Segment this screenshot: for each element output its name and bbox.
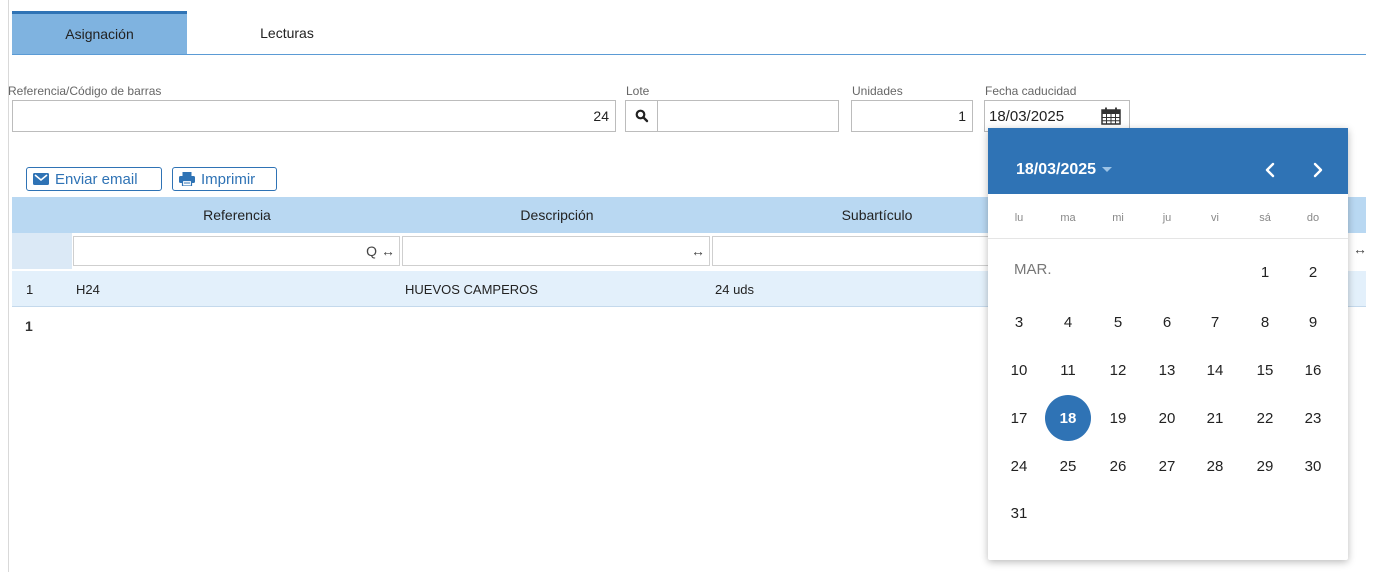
cell-subarticulo[interactable]: 24 uds xyxy=(715,271,754,307)
date-picker-title: 18/03/2025 xyxy=(1016,161,1097,178)
calendar-day[interactable]: 31 xyxy=(996,490,1042,536)
calendar-day[interactable]: 11 xyxy=(1045,347,1091,393)
lote-search-button[interactable] xyxy=(626,101,658,131)
calendar-day[interactable]: 28 xyxy=(1192,443,1238,489)
referencia-input[interactable]: 24 xyxy=(12,100,616,132)
cell-descripcion[interactable]: HUEVOS CAMPEROS xyxy=(405,271,538,307)
weekday-label: vi xyxy=(1211,212,1219,224)
weekday-label: mi xyxy=(1112,212,1124,224)
tab-bar: Asignación Lecturas xyxy=(12,11,1366,55)
tab-asignacion[interactable]: Asignación xyxy=(12,11,187,54)
calendar-day[interactable]: 23 xyxy=(1290,395,1336,441)
record-count: 1 xyxy=(25,318,33,334)
unidades-label: Unidades xyxy=(852,84,903,98)
calendar-day[interactable]: 21 xyxy=(1192,395,1238,441)
caret-down-icon xyxy=(1102,167,1113,173)
calendar-day[interactable]: 19 xyxy=(1095,395,1141,441)
imprimir-button[interactable]: Imprimir xyxy=(172,167,277,191)
filter-descripcion[interactable]: ↔ xyxy=(402,236,710,266)
calendar-day[interactable]: 4 xyxy=(1045,299,1091,345)
column-header-descripcion[interactable]: Descripción xyxy=(402,197,712,233)
calendar-day[interactable]: 20 xyxy=(1144,395,1190,441)
column-header-referencia[interactable]: Referencia xyxy=(72,197,402,233)
date-picker-header: 18/03/2025 xyxy=(988,128,1348,194)
month-label: MAR. xyxy=(1014,261,1052,278)
calendar-day[interactable]: 7 xyxy=(1192,299,1238,345)
filter-row-lead xyxy=(12,233,72,269)
calendar-day[interactable]: 27 xyxy=(1144,443,1190,489)
date-picker-popup: 18/03/2025 lu ma mi ju vi sá do MAR. 123456789… xyxy=(988,128,1348,560)
enviar-email-label: Enviar email xyxy=(55,170,138,188)
fecha-value: 18/03/2025 xyxy=(989,107,1065,125)
calendar-day[interactable]: 17 xyxy=(996,395,1042,441)
calendar-day[interactable]: 5 xyxy=(1095,299,1141,345)
imprimir-label: Imprimir xyxy=(201,170,256,188)
filter-referencia[interactable]: Q ↔ xyxy=(73,236,400,266)
calendar-day[interactable]: 13 xyxy=(1144,347,1190,393)
calendar-day-selected[interactable]: 18 xyxy=(1045,395,1091,441)
calendar-day[interactable]: 16 xyxy=(1290,347,1336,393)
weekday-label: ju xyxy=(1162,212,1172,224)
referencia-label: Referencia/Código de barras xyxy=(8,84,162,98)
lote-label: Lote xyxy=(626,84,650,98)
resize-icon[interactable]: ↔ xyxy=(1353,241,1367,257)
calendar-day[interactable]: 30 xyxy=(1290,443,1336,489)
calendar-day[interactable]: 25 xyxy=(1045,443,1091,489)
calendar-day[interactable]: 12 xyxy=(1095,347,1141,393)
fecha-label: Fecha caducidad xyxy=(985,84,1077,98)
weekday-label: do xyxy=(1306,212,1320,224)
calendar-day[interactable]: 3 xyxy=(996,299,1042,345)
calendar-day[interactable]: 10 xyxy=(996,347,1042,393)
calendar-day[interactable]: 24 xyxy=(996,443,1042,489)
date-picker-title-button[interactable]: 18/03/2025 xyxy=(1016,161,1113,179)
weekday-divider xyxy=(988,238,1348,239)
unidades-input[interactable]: 1 xyxy=(851,100,973,132)
weekday-label: lu xyxy=(1014,212,1024,224)
calendar-day[interactable]: 6 xyxy=(1144,299,1190,345)
calendar-day[interactable]: 9 xyxy=(1290,299,1336,345)
weekday-label: sá xyxy=(1259,212,1271,224)
filter-subarticulo[interactable] xyxy=(712,236,1012,266)
resize-icon[interactable]: ↔ xyxy=(691,243,705,259)
tab-lecturas[interactable]: Lecturas xyxy=(187,11,387,54)
calendar-day[interactable]: 1 xyxy=(1242,249,1288,295)
filter-search-icon: Q xyxy=(366,243,377,259)
row-index: 1 xyxy=(26,281,34,297)
calendar-day[interactable]: 29 xyxy=(1242,443,1288,489)
resize-icon[interactable]: ↔ xyxy=(381,243,395,259)
calendar-day[interactable]: 2 xyxy=(1290,249,1336,295)
search-icon xyxy=(635,109,648,123)
enviar-email-button[interactable]: Enviar email xyxy=(26,167,162,191)
chevron-left-icon[interactable] xyxy=(1258,156,1282,184)
calendar-day[interactable]: 15 xyxy=(1242,347,1288,393)
printer-icon xyxy=(179,172,195,186)
calendar-day[interactable]: 22 xyxy=(1242,395,1288,441)
lote-field xyxy=(625,100,839,132)
cell-referencia[interactable]: H24 xyxy=(76,271,100,307)
chevron-right-icon[interactable] xyxy=(1306,156,1330,184)
envelope-icon xyxy=(33,173,49,185)
calendar-day[interactable]: 14 xyxy=(1192,347,1238,393)
calendar-day[interactable]: 26 xyxy=(1095,443,1141,489)
calendar-day[interactable]: 8 xyxy=(1242,299,1288,345)
calendar-icon[interactable] xyxy=(1101,107,1121,125)
weekday-label: ma xyxy=(1060,212,1076,224)
